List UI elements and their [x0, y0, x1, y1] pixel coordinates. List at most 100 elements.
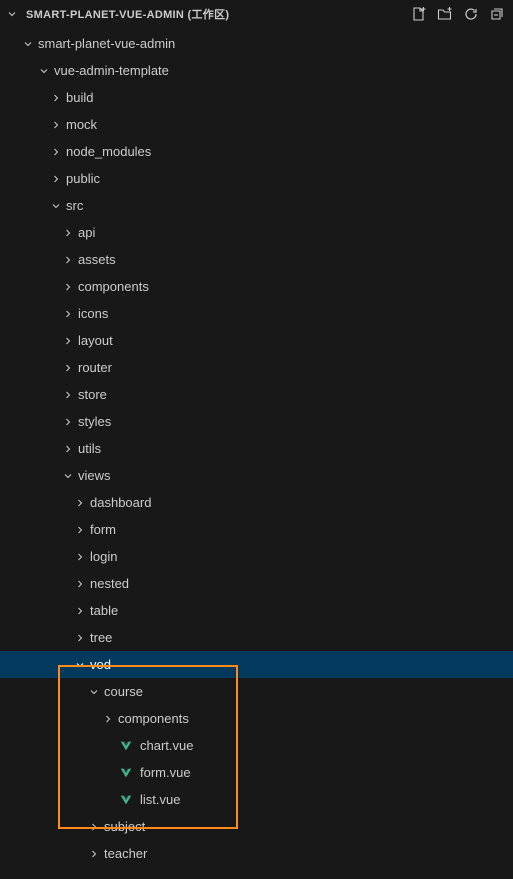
chevron-right-icon	[60, 279, 76, 295]
workspace-title: SMART-PLANET-VUE-ADMIN (工作区)	[26, 6, 229, 22]
folder-styles[interactable]: styles	[0, 408, 513, 435]
file-form-vue[interactable]: form.vue	[0, 759, 513, 786]
tree-label: form	[90, 522, 116, 537]
chevron-right-icon	[60, 306, 76, 322]
chevron-right-icon	[60, 414, 76, 430]
folder-course-components[interactable]: components	[0, 705, 513, 732]
file-list-vue[interactable]: list.vue	[0, 786, 513, 813]
chevron-right-icon	[72, 522, 88, 538]
header-actions	[411, 6, 505, 22]
tree-label: node_modules	[66, 144, 151, 159]
chevron-right-icon	[72, 495, 88, 511]
chevron-right-icon	[60, 360, 76, 376]
folder-vue-admin-template[interactable]: vue-admin-template	[0, 57, 513, 84]
tree-label: src	[66, 198, 83, 213]
chevron-right-icon	[86, 846, 102, 862]
chevron-right-icon	[48, 144, 64, 160]
chevron-down-icon	[36, 63, 52, 79]
chevron-right-icon	[72, 576, 88, 592]
tree-label: styles	[78, 414, 111, 429]
chevron-down-icon	[20, 36, 36, 52]
tree-label: router	[78, 360, 112, 375]
chevron-right-icon	[48, 117, 64, 133]
tree-label: store	[78, 387, 107, 402]
folder-src[interactable]: src	[0, 192, 513, 219]
folder-build[interactable]: build	[0, 84, 513, 111]
tree-label: mock	[66, 117, 97, 132]
file-chart-vue[interactable]: chart.vue	[0, 732, 513, 759]
tree-label: components	[78, 279, 149, 294]
folder-teacher[interactable]: teacher	[0, 840, 513, 867]
tree-label: login	[90, 549, 117, 564]
folder-views[interactable]: views	[0, 462, 513, 489]
chevron-right-icon	[48, 90, 64, 106]
refresh-icon[interactable]	[463, 6, 479, 22]
chevron-right-icon	[60, 252, 76, 268]
folder-course[interactable]: course	[0, 678, 513, 705]
folder-assets[interactable]: assets	[0, 246, 513, 273]
tree-label: course	[104, 684, 143, 699]
tree-label: api	[78, 225, 95, 240]
tree-label: list.vue	[140, 792, 180, 807]
tree-label: public	[66, 171, 100, 186]
chevron-right-icon	[48, 171, 64, 187]
collapse-all-icon[interactable]	[489, 6, 505, 22]
vue-icon	[118, 792, 134, 808]
folder-tree[interactable]: tree	[0, 624, 513, 651]
folder-mock[interactable]: mock	[0, 111, 513, 138]
tree-label: form.vue	[140, 765, 191, 780]
folder-subject[interactable]: subject	[0, 813, 513, 840]
folder-node-modules[interactable]: node_modules	[0, 138, 513, 165]
folder-components[interactable]: components	[0, 273, 513, 300]
tree-label: smart-planet-vue-admin	[38, 36, 175, 51]
folder-table[interactable]: table	[0, 597, 513, 624]
folder-store[interactable]: store	[0, 381, 513, 408]
folder-public[interactable]: public	[0, 165, 513, 192]
tree-label: vod	[90, 657, 111, 672]
tree-label: teacher	[104, 846, 147, 861]
explorer-header: SMART-PLANET-VUE-ADMIN (工作区)	[0, 0, 513, 28]
tree-label: views	[78, 468, 111, 483]
new-folder-icon[interactable]	[437, 6, 453, 22]
tree-label: components	[118, 711, 189, 726]
new-file-icon[interactable]	[411, 6, 427, 22]
chevron-right-icon	[100, 711, 116, 727]
chevron-right-icon	[72, 603, 88, 619]
folder-smart-planet-vue-admin[interactable]: smart-planet-vue-admin	[0, 30, 513, 57]
folder-dashboard[interactable]: dashboard	[0, 489, 513, 516]
tree-label: icons	[78, 306, 108, 321]
tree-label: chart.vue	[140, 738, 193, 753]
chevron-down-icon	[60, 468, 76, 484]
chevron-right-icon	[72, 549, 88, 565]
chevron-right-icon	[60, 333, 76, 349]
tree-label: nested	[90, 576, 129, 591]
file-tree: smart-planet-vue-admin vue-admin-templat…	[0, 28, 513, 867]
vue-icon	[118, 765, 134, 781]
tree-label: utils	[78, 441, 101, 456]
chevron-right-icon	[72, 630, 88, 646]
folder-form[interactable]: form	[0, 516, 513, 543]
chevron-down-icon	[48, 198, 64, 214]
folder-utils[interactable]: utils	[0, 435, 513, 462]
header-left[interactable]: SMART-PLANET-VUE-ADMIN (工作区)	[4, 6, 411, 22]
folder-layout[interactable]: layout	[0, 327, 513, 354]
folder-api[interactable]: api	[0, 219, 513, 246]
tree-label: assets	[78, 252, 116, 267]
folder-nested[interactable]: nested	[0, 570, 513, 597]
tree-label: build	[66, 90, 93, 105]
folder-router[interactable]: router	[0, 354, 513, 381]
tree-label: tree	[90, 630, 112, 645]
folder-icons[interactable]: icons	[0, 300, 513, 327]
chevron-right-icon	[60, 225, 76, 241]
chevron-right-icon	[60, 441, 76, 457]
folder-login[interactable]: login	[0, 543, 513, 570]
chevron-right-icon	[86, 819, 102, 835]
folder-vod[interactable]: vod	[0, 651, 513, 678]
chevron-down-icon	[72, 657, 88, 673]
tree-label: table	[90, 603, 118, 618]
tree-label: subject	[104, 819, 145, 834]
chevron-down-icon	[4, 6, 20, 22]
tree-label: vue-admin-template	[54, 63, 169, 78]
tree-label: layout	[78, 333, 113, 348]
vue-icon	[118, 738, 134, 754]
